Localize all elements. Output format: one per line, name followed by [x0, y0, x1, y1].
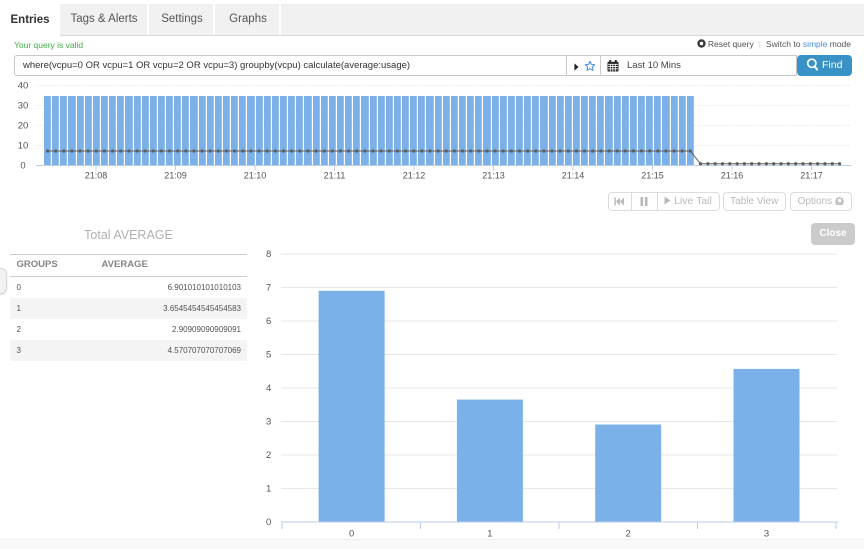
svg-text:21:08: 21:08	[85, 171, 108, 181]
svg-text:10: 10	[18, 141, 29, 152]
svg-text:21:10: 21:10	[244, 171, 267, 181]
svg-text:2: 2	[266, 450, 271, 461]
svg-text:21:17: 21:17	[800, 171, 823, 181]
svg-text:7: 7	[266, 283, 271, 294]
svg-text:30: 30	[18, 101, 29, 112]
svg-text:21:13: 21:13	[482, 171, 505, 181]
svg-text:21:15: 21:15	[641, 171, 664, 181]
svg-text:4: 4	[266, 383, 271, 394]
svg-text:21:12: 21:12	[403, 171, 426, 181]
svg-text:8: 8	[266, 249, 271, 260]
svg-text:0: 0	[20, 161, 25, 172]
svg-text:5: 5	[266, 350, 271, 361]
svg-text:3: 3	[266, 417, 271, 428]
svg-text:6: 6	[266, 316, 271, 327]
svg-text:3: 3	[764, 529, 769, 540]
svg-text:1: 1	[266, 484, 271, 495]
svg-text:0: 0	[266, 517, 271, 528]
svg-text:20: 20	[18, 121, 29, 132]
svg-text:2: 2	[626, 529, 631, 540]
svg-text:40: 40	[18, 81, 29, 92]
svg-text:21:09: 21:09	[164, 171, 187, 181]
svg-text:1: 1	[487, 529, 492, 540]
svg-text:21:16: 21:16	[721, 171, 744, 181]
svg-text:21:14: 21:14	[562, 171, 585, 181]
svg-text:0: 0	[349, 529, 354, 540]
svg-text:21:11: 21:11	[324, 171, 346, 181]
